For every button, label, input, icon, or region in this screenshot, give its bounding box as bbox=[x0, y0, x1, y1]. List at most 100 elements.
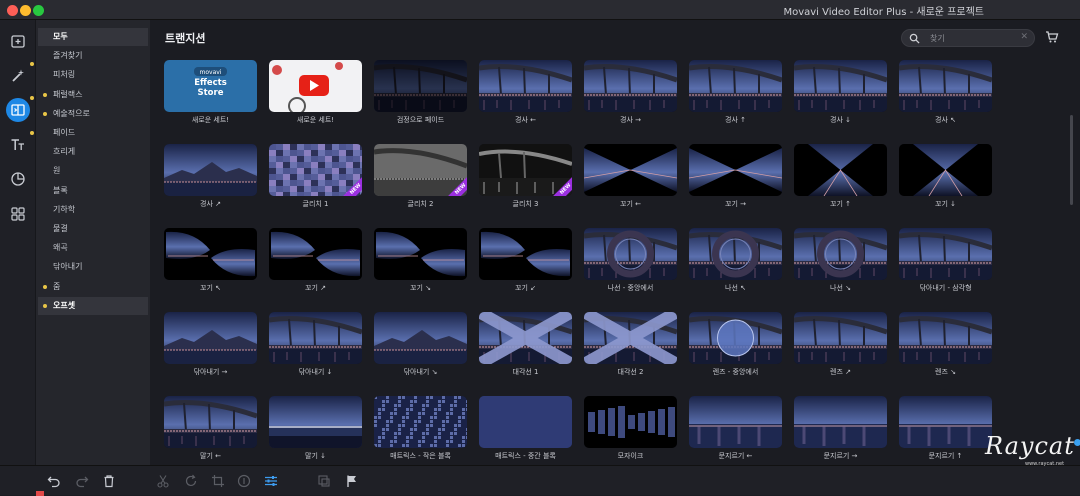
transition-tile[interactable]: 말기 ← bbox=[164, 396, 257, 460]
stickers-tool[interactable] bbox=[6, 167, 30, 191]
titles-tool[interactable] bbox=[6, 131, 34, 157]
transition-tile[interactable]: 나선 ↖ bbox=[689, 228, 782, 292]
transition-thumbnail[interactable] bbox=[689, 144, 782, 196]
transition-thumbnail[interactable] bbox=[479, 396, 572, 448]
transition-thumbnail[interactable] bbox=[689, 228, 782, 280]
transition-thumbnail[interactable] bbox=[479, 228, 572, 280]
transition-thumbnail[interactable] bbox=[794, 144, 887, 196]
transition-thumbnail[interactable] bbox=[164, 312, 257, 364]
category-item[interactable]: 패럴랙스 bbox=[38, 86, 148, 104]
category-item[interactable]: 블록 bbox=[38, 182, 148, 200]
insert-button[interactable] bbox=[317, 474, 331, 488]
transition-tile[interactable]: NEW 글리치 1 bbox=[269, 144, 362, 208]
transition-tile[interactable]: 새로운 세트! bbox=[269, 60, 362, 124]
transition-thumbnail[interactable]: NEW bbox=[479, 144, 572, 196]
transition-thumbnail[interactable] bbox=[689, 396, 782, 448]
transition-thumbnail[interactable] bbox=[689, 312, 782, 364]
transition-tile[interactable]: 경사 ↑ bbox=[689, 60, 782, 124]
transition-thumbnail[interactable] bbox=[269, 396, 362, 448]
category-item[interactable]: 피처링 bbox=[38, 66, 148, 84]
transition-tile[interactable]: 검정으로 페이드 bbox=[374, 60, 467, 124]
transition-tile[interactable]: 꼬기 ↑ bbox=[794, 144, 887, 208]
category-item[interactable]: 왜곡 bbox=[38, 239, 148, 257]
transition-tile[interactable]: 문지르기 ← bbox=[689, 396, 782, 460]
transition-tile[interactable]: 닦아내기 ↘ bbox=[374, 312, 467, 376]
marker-button[interactable] bbox=[345, 474, 359, 488]
search-box[interactable]: ✕ bbox=[901, 29, 1035, 47]
transition-tile[interactable]: 대각선 2 bbox=[584, 312, 677, 376]
transition-thumbnail[interactable] bbox=[479, 312, 572, 364]
transition-thumbnail[interactable] bbox=[794, 396, 887, 448]
transition-tile[interactable]: 렌즈 ↘ bbox=[899, 312, 992, 376]
transition-tile[interactable]: 경사 ↗ bbox=[164, 144, 257, 208]
transition-thumbnail[interactable] bbox=[269, 312, 362, 364]
category-item[interactable]: 예술적으로 bbox=[38, 105, 148, 123]
transition-thumbnail[interactable] bbox=[584, 144, 677, 196]
category-item[interactable]: 원 bbox=[38, 162, 148, 180]
transition-tile[interactable]: 대각선 1 bbox=[479, 312, 572, 376]
transition-thumbnail[interactable] bbox=[899, 228, 992, 280]
panel-resize-handle[interactable] bbox=[1074, 439, 1080, 446]
category-item[interactable]: 흐리게 bbox=[38, 143, 148, 161]
transition-thumbnail[interactable] bbox=[269, 228, 362, 280]
category-item[interactable]: 줌 bbox=[38, 278, 148, 296]
transition-tile[interactable]: 말기 ↓ bbox=[269, 396, 362, 460]
transition-thumbnail[interactable] bbox=[374, 312, 467, 364]
transitions-tool[interactable] bbox=[6, 96, 34, 122]
transition-tile[interactable]: 매트릭스 - 작은 블록 bbox=[374, 396, 467, 460]
transition-tile[interactable]: 나선 ↘ bbox=[794, 228, 887, 292]
transition-tile[interactable]: 경사 ↓ bbox=[794, 60, 887, 124]
transition-thumbnail[interactable] bbox=[899, 396, 992, 448]
transition-thumbnail[interactable] bbox=[374, 60, 467, 112]
transition-tile[interactable]: 렌즈 - 중앙에서 bbox=[689, 312, 782, 376]
redo-button[interactable] bbox=[75, 474, 89, 488]
transition-tile[interactable]: 꼬기 ↙ bbox=[479, 228, 572, 292]
transition-thumbnail[interactable] bbox=[479, 60, 572, 112]
transition-tile[interactable]: 문지르기 → bbox=[794, 396, 887, 460]
category-item[interactable]: 모두 bbox=[38, 28, 148, 46]
color-button[interactable] bbox=[237, 474, 251, 488]
transition-thumbnail[interactable] bbox=[899, 312, 992, 364]
transition-thumbnail[interactable] bbox=[899, 60, 992, 112]
transition-thumbnail[interactable] bbox=[584, 228, 677, 280]
transition-thumbnail[interactable] bbox=[374, 228, 467, 280]
scrollbar[interactable] bbox=[1070, 115, 1073, 205]
transition-tile[interactable]: 매트릭스 - 중간 블록 bbox=[479, 396, 572, 460]
transition-tile[interactable]: 닦아내기 ↓ bbox=[269, 312, 362, 376]
transition-thumbnail[interactable] bbox=[584, 60, 677, 112]
transition-thumbnail[interactable] bbox=[794, 228, 887, 280]
transition-tile[interactable]: movavi Effects Store 새로운 세트! bbox=[164, 60, 257, 124]
category-item[interactable]: 기하학 bbox=[38, 201, 148, 219]
transition-thumbnail[interactable] bbox=[794, 60, 887, 112]
transition-tile[interactable]: 꼬기 ↘ bbox=[374, 228, 467, 292]
transition-tile[interactable]: 꼬기 ↗ bbox=[269, 228, 362, 292]
crop-button[interactable] bbox=[211, 474, 225, 488]
category-item[interactable]: 즐겨찾기 bbox=[38, 47, 148, 65]
category-item[interactable]: 오프셋 bbox=[38, 296, 148, 315]
cart-icon[interactable] bbox=[1045, 30, 1059, 44]
category-item[interactable]: 페이드 bbox=[38, 124, 148, 142]
clear-search-icon[interactable]: ✕ bbox=[1020, 32, 1028, 42]
transition-thumbnail[interactable] bbox=[584, 312, 677, 364]
clip-properties-button[interactable] bbox=[264, 474, 278, 488]
rotate-button[interactable] bbox=[184, 474, 198, 488]
search-input[interactable] bbox=[930, 31, 1020, 45]
transition-tile[interactable]: 꼬기 ↖ bbox=[164, 228, 257, 292]
transition-tile[interactable]: 경사 ← bbox=[479, 60, 572, 124]
transition-tile[interactable]: 모자이크 bbox=[584, 396, 677, 460]
transition-tile[interactable]: 나선 - 중앙에서 bbox=[584, 228, 677, 292]
cut-button[interactable] bbox=[156, 474, 170, 488]
transition-thumbnail[interactable] bbox=[584, 396, 677, 448]
transition-thumbnail[interactable] bbox=[164, 228, 257, 280]
transition-thumbnail[interactable] bbox=[164, 396, 257, 448]
transition-thumbnail[interactable]: NEW bbox=[374, 144, 467, 196]
transition-tile[interactable]: 렌즈 ↗ bbox=[794, 312, 887, 376]
transition-thumbnail[interactable] bbox=[374, 396, 467, 448]
undo-button[interactable] bbox=[47, 474, 61, 488]
category-item[interactable]: 닦아내기 bbox=[38, 258, 148, 276]
import-tool[interactable] bbox=[6, 29, 30, 53]
transition-tile[interactable]: NEW 글리치 2 bbox=[374, 144, 467, 208]
transition-thumbnail[interactable] bbox=[899, 144, 992, 196]
transition-thumbnail[interactable] bbox=[164, 144, 257, 196]
category-item[interactable]: 물결 bbox=[38, 220, 148, 238]
